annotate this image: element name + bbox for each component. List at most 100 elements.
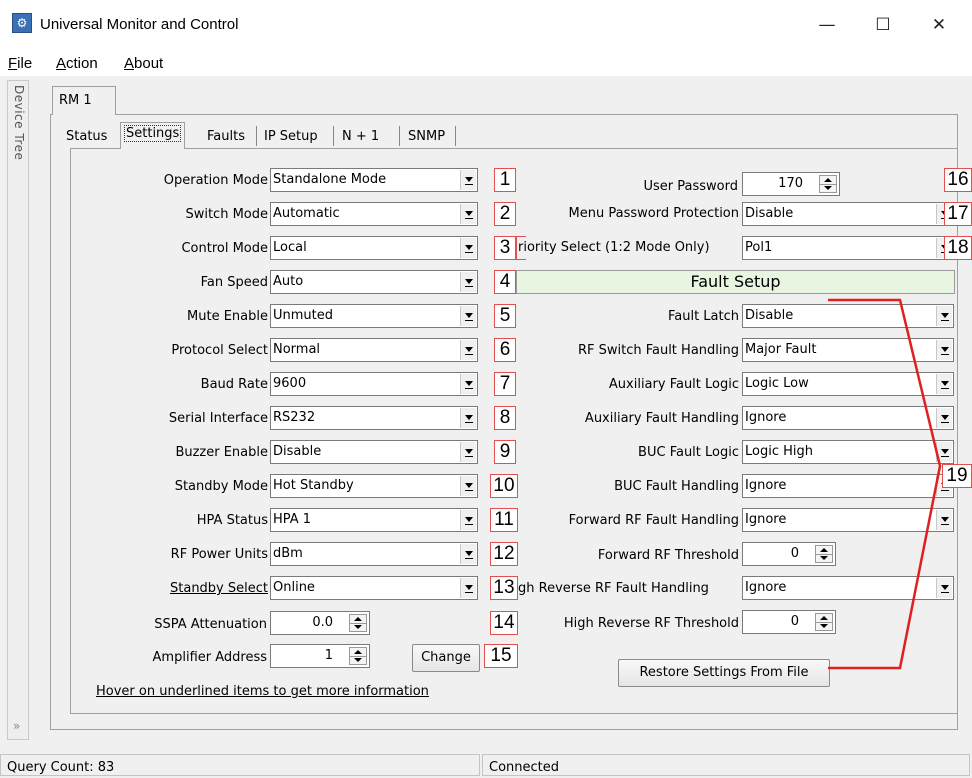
- switch-mode-select[interactable]: Automatic: [270, 202, 478, 226]
- annotation-5: 5: [494, 304, 516, 328]
- buzzer-enable-label: Buzzer Enable: [175, 445, 268, 460]
- forward-rf-threshold-label: Forward RF Threshold: [597, 548, 739, 563]
- chevron-down-icon: [460, 510, 476, 530]
- control-mode-label: Control Mode: [181, 241, 268, 256]
- fault-latch-label: Fault Latch: [667, 309, 739, 324]
- chevron-down-icon: [460, 204, 476, 224]
- annotation-15: 15: [484, 644, 518, 668]
- fault-latch-select[interactable]: Disable: [742, 304, 954, 328]
- protocol-select-select[interactable]: Normal: [270, 338, 478, 362]
- sspa-attenuation-spinner[interactable]: 0.0: [270, 611, 370, 635]
- buc-fault-handling-select[interactable]: Ignore: [742, 474, 954, 498]
- mute-enable-label: Mute Enable: [187, 309, 268, 324]
- rf-power-units-select[interactable]: dBm: [270, 542, 478, 566]
- operation-mode-label: Operation Mode: [163, 173, 268, 188]
- restore-settings-button[interactable]: Restore Settings From File: [618, 659, 830, 687]
- amplifier-address-label: Amplifier Address: [152, 650, 267, 665]
- settings-tabstrip: Status Settings Faults IP Setup N + 1 SN…: [62, 122, 482, 149]
- annotation-12: 12: [490, 542, 518, 566]
- chevron-down-icon: [460, 442, 476, 462]
- annotation-13: 13: [490, 576, 518, 600]
- amplifier-address-spinner[interactable]: 1: [270, 644, 370, 668]
- user-password-spinner[interactable]: 170: [742, 172, 840, 196]
- standby-mode-select[interactable]: Hot Standby: [270, 474, 478, 498]
- control-mode-select[interactable]: Local: [270, 236, 478, 260]
- buc-fault-logic-label: BUC Fault Logic: [638, 445, 739, 460]
- buzzer-enable-select[interactable]: Disable: [270, 440, 478, 464]
- tab-snmp[interactable]: SNMP: [404, 126, 449, 148]
- auxiliary-fault-handling-label: Auxiliary Fault Handling: [584, 411, 739, 426]
- serial-interface-label: Serial Interface: [168, 411, 268, 426]
- chevron-down-icon: [460, 476, 476, 496]
- forward-rf-fault-handling-label: Forward RF Fault Handling: [568, 513, 739, 528]
- tab-settings[interactable]: Settings: [120, 122, 186, 149]
- high-reverse-rf-threshold-spinner[interactable]: 0: [742, 610, 836, 634]
- baud-rate-select[interactable]: 9600: [270, 372, 478, 396]
- mute-enable-select[interactable]: Unmuted: [270, 304, 478, 328]
- menu-password-select[interactable]: Disable: [742, 202, 954, 226]
- forward-rf-threshold-spinner[interactable]: 0: [742, 542, 836, 566]
- forward-rf-fault-handling-select[interactable]: Ignore: [742, 508, 954, 532]
- chevron-down-icon: [460, 170, 476, 190]
- hpa-status-label: HPA Status: [196, 513, 268, 528]
- standby-select-label[interactable]: Standby Select: [170, 581, 268, 596]
- annotation-3-extension: [516, 236, 526, 260]
- annotation-11: 11: [490, 508, 518, 532]
- switch-mode-label: Switch Mode: [185, 207, 268, 222]
- sspa-attenuation-label: SSPA Attenuation: [154, 617, 267, 632]
- window-title: Universal Monitor and Control: [40, 16, 239, 33]
- annotation-3: 3: [494, 236, 516, 260]
- annotation-1: 1: [494, 168, 516, 192]
- close-button[interactable]: ✕: [916, 10, 962, 40]
- standby-select-select[interactable]: Online: [270, 576, 478, 600]
- chevron-down-icon: [936, 340, 952, 360]
- rf-power-units-label: RF Power Units: [170, 547, 268, 562]
- user-password-label: User Password: [643, 179, 739, 194]
- priority-select-select[interactable]: Pol1: [742, 236, 954, 260]
- tab-ip-setup[interactable]: IP Setup: [260, 126, 322, 148]
- buc-fault-logic-select[interactable]: Logic High: [742, 440, 954, 464]
- annotation-16: 16: [944, 168, 972, 192]
- tab-status[interactable]: Status: [62, 126, 111, 148]
- tab-n-plus-1[interactable]: N + 1: [338, 126, 383, 148]
- priority-select-label: riority Select (1:2 Mode Only): [518, 240, 710, 255]
- annotation-10: 10: [490, 474, 518, 498]
- serial-interface-select[interactable]: RS232: [270, 406, 478, 430]
- query-count-status: Query Count: 83: [0, 754, 480, 776]
- auxiliary-fault-logic-select[interactable]: Logic Low: [742, 372, 954, 396]
- status-bar: Query Count: 83 Connected: [0, 752, 972, 778]
- device-tree-panel[interactable]: Device Tree »: [7, 80, 29, 740]
- hpa-status-select[interactable]: HPA 1: [270, 508, 478, 532]
- tab-rm1[interactable]: RM 1: [52, 86, 116, 115]
- menu-about[interactable]: About: [124, 55, 163, 72]
- tab-faults[interactable]: Faults: [203, 126, 249, 148]
- standby-mode-label: Standby Mode: [174, 479, 268, 494]
- chevron-down-icon: [936, 578, 952, 598]
- menu-bar: File Action About: [0, 50, 972, 76]
- baud-rate-label: Baud Rate: [200, 377, 268, 392]
- change-button[interactable]: Change: [412, 644, 480, 672]
- chevron-down-icon: [460, 272, 476, 292]
- chevron-down-icon: [460, 374, 476, 394]
- auxiliary-fault-handling-select[interactable]: Ignore: [742, 406, 954, 430]
- menu-file[interactable]: File: [8, 55, 32, 72]
- operation-mode-select[interactable]: Standalone Mode: [270, 168, 478, 192]
- hover-hint-link[interactable]: Hover on underlined items to get more in…: [96, 684, 429, 699]
- annotation-8: 8: [494, 406, 516, 430]
- minimize-button[interactable]: —: [804, 10, 850, 40]
- annotation-19: 19: [942, 464, 972, 488]
- connection-status: Connected: [482, 754, 970, 776]
- auxiliary-fault-logic-label: Auxiliary Fault Logic: [608, 377, 739, 392]
- chevron-down-icon: [936, 408, 952, 428]
- maximize-button[interactable]: ☐: [860, 10, 906, 40]
- chevron-down-icon: [460, 340, 476, 360]
- expand-icon[interactable]: »: [13, 719, 20, 733]
- app-icon: ⚙: [12, 13, 32, 33]
- fan-speed-select[interactable]: Auto: [270, 270, 478, 294]
- rf-switch-fault-handling-select[interactable]: Major Fault: [742, 338, 954, 362]
- annotation-4: 4: [494, 270, 516, 294]
- high-reverse-rf-threshold-label: High Reverse RF Threshold: [563, 616, 739, 631]
- chevron-down-icon: [460, 578, 476, 598]
- menu-action[interactable]: Action: [56, 55, 98, 72]
- high-reverse-rf-fault-handling-select[interactable]: Ignore: [742, 576, 954, 600]
